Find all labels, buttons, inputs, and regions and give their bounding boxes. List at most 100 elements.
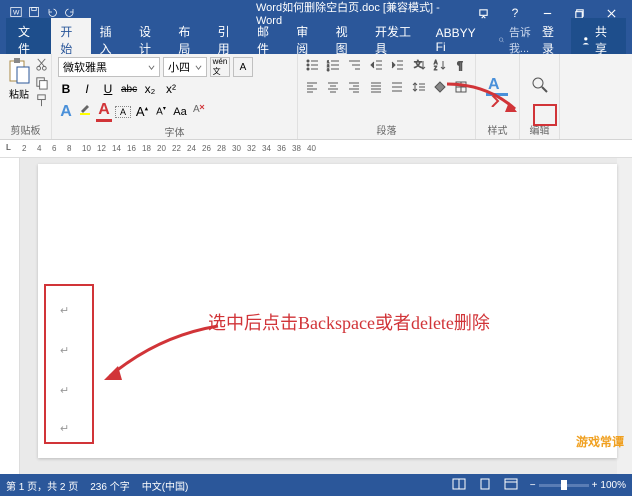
annotation-instruction: 选中后点击Backspace或者delete删除: [208, 309, 490, 335]
group-paragraph: 123 文 AZ ¶ 段落: [298, 54, 476, 139]
svg-text:3: 3: [327, 67, 330, 72]
styles-icon[interactable]: A: [484, 71, 512, 107]
clear-format-icon[interactable]: A: [191, 102, 207, 121]
paragraph-mark: ↵: [60, 384, 69, 397]
read-mode-icon[interactable]: [452, 478, 466, 493]
vertical-scrollbar[interactable]: [617, 158, 632, 474]
styles-label: 样式: [488, 120, 508, 139]
text-effects-icon[interactable]: A: [58, 103, 74, 121]
document-page[interactable]: ↵ ↵ ↵ ↵ 选中后点击Backspace或者delete删除: [38, 164, 617, 458]
char-shading-icon[interactable]: A: [115, 106, 131, 118]
ruler-mark: 28: [217, 140, 232, 157]
ruler-mark: 12: [97, 140, 112, 157]
tell-me-label: 告诉我...: [509, 24, 534, 56]
show-marks-icon[interactable]: ¶: [454, 57, 469, 73]
ruler-mark: 20: [157, 140, 172, 157]
align-right-icon[interactable]: [347, 79, 362, 95]
tab-selector[interactable]: L: [6, 143, 11, 152]
copy-icon[interactable]: [34, 75, 49, 90]
text-direction-icon[interactable]: 文: [411, 57, 426, 73]
align-center-icon[interactable]: [325, 79, 340, 95]
tell-me[interactable]: 告诉我...: [498, 24, 534, 56]
font-color-icon[interactable]: A: [96, 101, 112, 122]
superscript-button[interactable]: x²: [163, 82, 179, 96]
status-page[interactable]: 第 1 页，共 2 页: [6, 478, 78, 493]
bullets-icon[interactable]: [304, 57, 319, 73]
line-spacing-icon[interactable]: [411, 79, 426, 95]
paragraph-label: 段落: [304, 120, 469, 139]
ruler-mark: 38: [292, 140, 307, 157]
font-name-select[interactable]: 微软雅黑: [58, 57, 160, 77]
ruler-mark: 8: [67, 140, 82, 157]
numbering-icon[interactable]: 123: [325, 57, 340, 73]
cut-icon[interactable]: [34, 57, 49, 72]
svg-text:A: A: [193, 104, 200, 115]
ruler-mark: 30: [232, 140, 247, 157]
subscript-button[interactable]: x₂: [142, 82, 158, 96]
horizontal-ruler[interactable]: L 246810121416182022242628303234363840: [0, 140, 632, 158]
highlight-icon[interactable]: [77, 102, 93, 121]
change-case-icon[interactable]: Aa: [172, 106, 188, 118]
zoom-out-icon[interactable]: −: [530, 480, 536, 491]
justify-icon[interactable]: [368, 79, 383, 95]
char-border-icon[interactable]: A: [233, 57, 253, 77]
zoom-level[interactable]: 100%: [600, 480, 626, 491]
multilevel-icon[interactable]: [347, 57, 362, 73]
italic-button[interactable]: I: [79, 82, 95, 96]
ribbon-options-icon[interactable]: [468, 3, 498, 23]
share-label: 共享: [595, 23, 616, 57]
ruler-mark: 40: [307, 140, 322, 157]
underline-button[interactable]: U: [100, 82, 116, 96]
ruler-mark: 26: [202, 140, 217, 157]
font-label: 字体: [58, 122, 291, 141]
ribbon: 粘贴 剪贴板 微软雅黑 小四 wén文 A B I U abc x₂: [0, 54, 632, 140]
align-left-icon[interactable]: [304, 79, 319, 95]
phonetic-guide-icon[interactable]: wén文: [210, 57, 230, 77]
status-lang[interactable]: 中文(中国): [142, 478, 189, 493]
group-font: 微软雅黑 小四 wén文 A B I U abc x₂ x² A A A A▴ …: [52, 54, 298, 139]
ruler-mark: 34: [262, 140, 277, 157]
print-layout-icon[interactable]: [478, 478, 492, 493]
borders-icon[interactable]: [454, 79, 469, 95]
menu-bar: 文件 开始 插入 设计 布局 引用 邮件 审阅 视图 开发工具 ABBYY Fi…: [0, 26, 632, 54]
decrease-indent-icon[interactable]: [368, 57, 383, 73]
help-icon[interactable]: ?: [500, 3, 530, 23]
watermark: 游戏常谭: [576, 433, 624, 450]
status-words[interactable]: 236 个字: [90, 478, 129, 493]
zoom-in-icon[interactable]: +: [592, 480, 598, 491]
increase-indent-icon[interactable]: [390, 57, 405, 73]
ruler-mark: 14: [112, 140, 127, 157]
bold-button[interactable]: B: [58, 82, 74, 96]
ruler-mark: 32: [247, 140, 262, 157]
distribute-icon[interactable]: [390, 79, 405, 95]
paragraph-mark: ↵: [60, 344, 69, 357]
ruler-mark: 10: [82, 140, 97, 157]
shrink-font-icon[interactable]: A▾: [153, 105, 169, 117]
shading-icon[interactable]: [432, 79, 447, 95]
sort-icon[interactable]: AZ: [432, 57, 447, 73]
document-area: ↵ ↵ ↵ ↵ 选中后点击Backspace或者delete删除 游戏常谭: [0, 158, 632, 474]
ruler-mark: 22: [172, 140, 187, 157]
paste-button[interactable]: 粘贴: [6, 57, 32, 120]
clipboard-label: 剪贴板: [6, 120, 45, 139]
web-layout-icon[interactable]: [504, 478, 518, 493]
zoom-slider[interactable]: − + 100%: [530, 480, 626, 491]
minimize-icon[interactable]: [532, 3, 562, 23]
paragraph-mark: ↵: [60, 304, 69, 317]
grow-font-icon[interactable]: A▴: [134, 104, 150, 119]
ruler-mark: 6: [52, 140, 67, 157]
group-clipboard: 粘贴 剪贴板: [0, 54, 52, 139]
strike-button[interactable]: abc: [121, 84, 137, 95]
format-painter-icon[interactable]: [34, 93, 49, 108]
sign-in[interactable]: 登录: [534, 23, 571, 57]
font-size-select[interactable]: 小四: [163, 57, 207, 77]
group-editing: 编辑: [520, 54, 560, 139]
annotation-selection-box: ↵ ↵ ↵ ↵: [44, 284, 94, 444]
svg-text:W: W: [13, 9, 20, 16]
vertical-ruler[interactable]: [0, 158, 20, 474]
ruler-mark: 24: [187, 140, 202, 157]
ruler-mark: 4: [37, 140, 52, 157]
ruler-mark: 16: [127, 140, 142, 157]
ruler-mark: 2: [22, 140, 37, 157]
find-icon[interactable]: [529, 74, 551, 104]
